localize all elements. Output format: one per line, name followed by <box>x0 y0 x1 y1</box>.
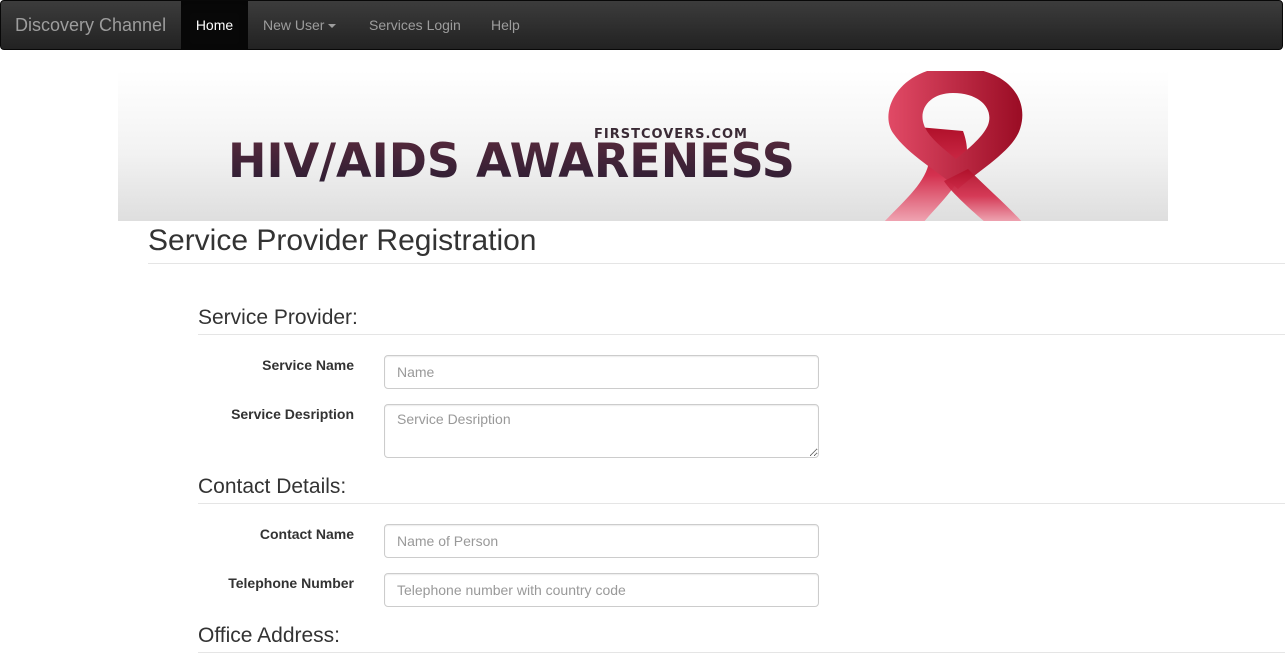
page-title: Service Provider Registration <box>148 224 537 257</box>
service-description-textarea[interactable] <box>384 404 819 458</box>
nav-services-login[interactable]: Services Login <box>369 1 461 50</box>
telephone-number-input[interactable] <box>384 573 819 607</box>
contact-name-input[interactable] <box>384 524 819 558</box>
service-name-label: Service Name <box>262 357 354 373</box>
section-title-office-address: Office Address: <box>198 624 341 647</box>
nav-new-user-dropdown[interactable]: New User <box>263 1 337 50</box>
awareness-banner: FIRSTCOVERS.COM HIV/AIDS AWARENESS <box>118 71 1168 221</box>
top-navbar: Discovery Channel Home New User Services… <box>0 0 1283 50</box>
nav-services-login-label: Services Login <box>369 17 461 33</box>
service-name-input[interactable] <box>384 355 819 389</box>
awareness-ribbon-icon <box>884 71 1023 221</box>
telephone-number-label: Telephone Number <box>228 575 354 591</box>
section-title-contact-details: Contact Details: <box>198 475 347 498</box>
section-divider <box>198 503 1285 504</box>
nav-help[interactable]: Help <box>491 1 520 50</box>
nav-home[interactable]: Home <box>181 1 248 50</box>
title-divider <box>148 263 1285 264</box>
nav-new-user-label: New User <box>263 17 325 33</box>
nav-help-label: Help <box>491 17 520 33</box>
caret-down-icon <box>328 24 337 29</box>
section-title-service-provider: Service Provider: <box>198 306 358 329</box>
contact-name-label: Contact Name <box>259 526 354 542</box>
service-description-label: Service Desription <box>231 406 354 422</box>
nav-home-label: Home <box>195 17 234 33</box>
section-divider <box>198 334 1285 335</box>
navbar-brand[interactable]: Discovery Channel <box>15 14 166 36</box>
section-divider <box>198 652 1285 653</box>
